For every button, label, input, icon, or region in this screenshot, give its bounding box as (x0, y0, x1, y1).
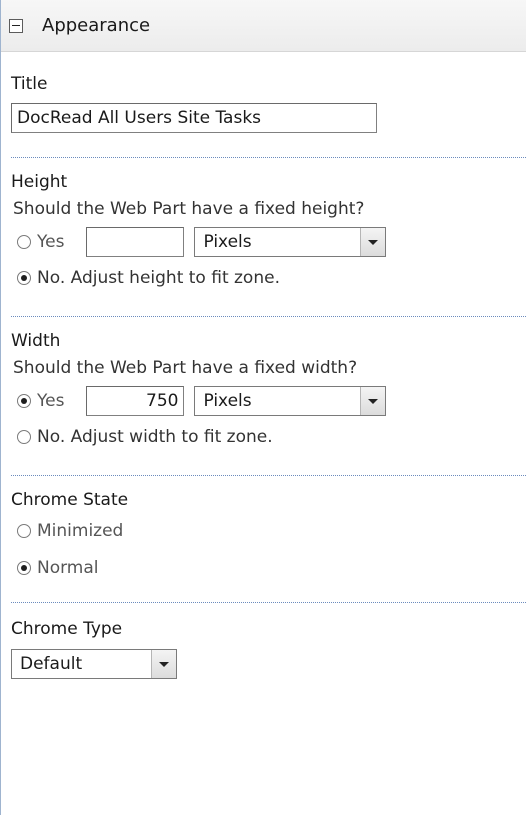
width-yes-radio[interactable] (17, 394, 31, 408)
width-value-input[interactable] (86, 386, 185, 416)
height-value-input[interactable] (86, 227, 185, 257)
width-unit-value: Pixels (203, 391, 252, 411)
chrome-type-group: Chrome Type Default (11, 603, 526, 701)
height-question: Should the Web Part have a fixed height? (13, 199, 365, 219)
chrome-state-label: Chrome State (11, 490, 129, 510)
chrome-state-normal-row: Normal (11, 550, 526, 586)
height-yes-row: Yes Pixels (11, 224, 526, 260)
height-no-radio[interactable] (17, 271, 31, 285)
width-yes-label: Yes (37, 391, 65, 411)
chrome-state-minimized-radio[interactable] (17, 524, 31, 538)
height-yes-label: Yes (37, 232, 65, 252)
web-part-tool-pane: Appearance Title Height Should the Web P… (0, 0, 526, 815)
height-label: Height (11, 172, 68, 192)
chrome-state-group: Chrome State Minimized Normal (11, 476, 526, 603)
chevron-down-icon[interactable] (151, 650, 176, 678)
appearance-section-header[interactable]: Appearance (1, 0, 526, 52)
width-group: Width Should the Web Part have a fixed w… (11, 317, 526, 476)
width-unit-select[interactable]: Pixels (194, 386, 387, 416)
height-no-row: No. Adjust height to fit zone. (11, 260, 526, 296)
height-unit-select[interactable]: Pixels (194, 227, 387, 257)
width-no-row: No. Adjust width to fit zone. (11, 419, 526, 455)
section-title: Appearance (42, 15, 151, 36)
title-input[interactable] (11, 103, 377, 133)
chrome-state-normal-radio[interactable] (17, 561, 31, 575)
chrome-type-label: Chrome Type (11, 619, 123, 639)
chevron-down-icon[interactable] (360, 387, 386, 415)
width-yes-row: Yes Pixels (11, 383, 526, 419)
chrome-type-value: Default (20, 654, 83, 674)
title-group: Title (11, 52, 526, 158)
chrome-state-minimized-row: Minimized (11, 512, 526, 550)
width-no-radio[interactable] (17, 430, 31, 444)
height-yes-radio[interactable] (17, 235, 31, 249)
chrome-type-select[interactable]: Default (11, 649, 177, 679)
appearance-section-body: Title Height Should the Web Part have a … (1, 52, 526, 701)
chevron-down-icon[interactable] (360, 228, 386, 256)
height-no-label: No. Adjust height to fit zone. (37, 268, 280, 288)
chrome-state-minimized-label: Minimized (37, 521, 124, 541)
title-label: Title (11, 74, 48, 94)
height-unit-value: Pixels (203, 232, 252, 252)
width-label: Width (11, 331, 61, 351)
chrome-state-normal-label: Normal (37, 558, 99, 578)
height-group: Height Should the Web Part have a fixed … (11, 158, 526, 317)
collapse-minus-icon[interactable] (9, 18, 23, 33)
width-no-label: No. Adjust width to fit zone. (37, 427, 273, 447)
width-question: Should the Web Part have a fixed width? (13, 358, 358, 378)
